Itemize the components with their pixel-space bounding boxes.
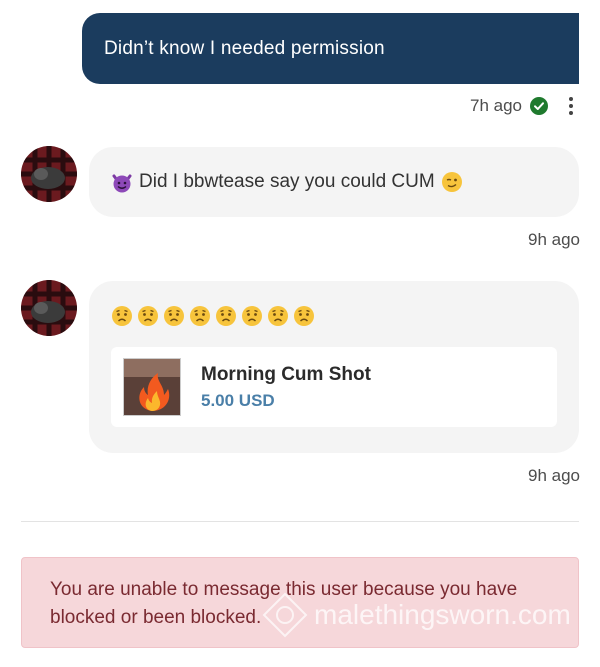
worried-face-emoji-icon: [293, 305, 315, 327]
message-meta: 7h ago: [470, 94, 580, 118]
message-timestamp: 7h ago: [470, 96, 522, 115]
product-thumbnail[interactable]: [123, 358, 181, 416]
worried-face-emoji-icon: [215, 305, 237, 327]
read-check-icon: [530, 97, 548, 115]
product-title[interactable]: Morning Cum Shot: [201, 364, 371, 386]
smiling-devil-emoji-icon: [111, 171, 133, 193]
blocked-notice: You are unable to message this user beca…: [21, 557, 579, 648]
more-options-icon[interactable]: [562, 94, 580, 118]
message-text: Didn’t know I needed permission: [104, 37, 385, 59]
message-timestamp: 9h ago: [528, 466, 580, 485]
worried-face-emoji-icon: [241, 305, 263, 327]
divider: [21, 521, 579, 522]
worried-face-emoji-row: [111, 305, 557, 327]
product-price: 5.00 USD: [201, 390, 275, 410]
message-meta: 9h ago: [528, 466, 580, 486]
worried-face-emoji-icon: [163, 305, 185, 327]
winking-face-emoji-icon: [441, 171, 463, 193]
received-message-bubble: Did I bbwtease say you could CUM: [89, 147, 579, 217]
product-card[interactable]: Morning Cum Shot 5.00 USD: [111, 347, 557, 427]
message-text: Did I bbwtease say you could CUM: [139, 171, 435, 192]
worried-face-emoji-icon: [267, 305, 289, 327]
avatar[interactable]: [21, 280, 77, 336]
worried-face-emoji-icon: [189, 305, 211, 327]
message-meta: 9h ago: [528, 230, 580, 250]
message-timestamp: 9h ago: [528, 230, 580, 249]
worried-face-emoji-icon: [111, 305, 133, 327]
sent-message-bubble: Didn’t know I needed permission: [82, 13, 579, 84]
avatar[interactable]: [21, 146, 77, 202]
worried-face-emoji-icon: [137, 305, 159, 327]
received-message-bubble: Morning Cum Shot 5.00 USD: [89, 281, 579, 453]
